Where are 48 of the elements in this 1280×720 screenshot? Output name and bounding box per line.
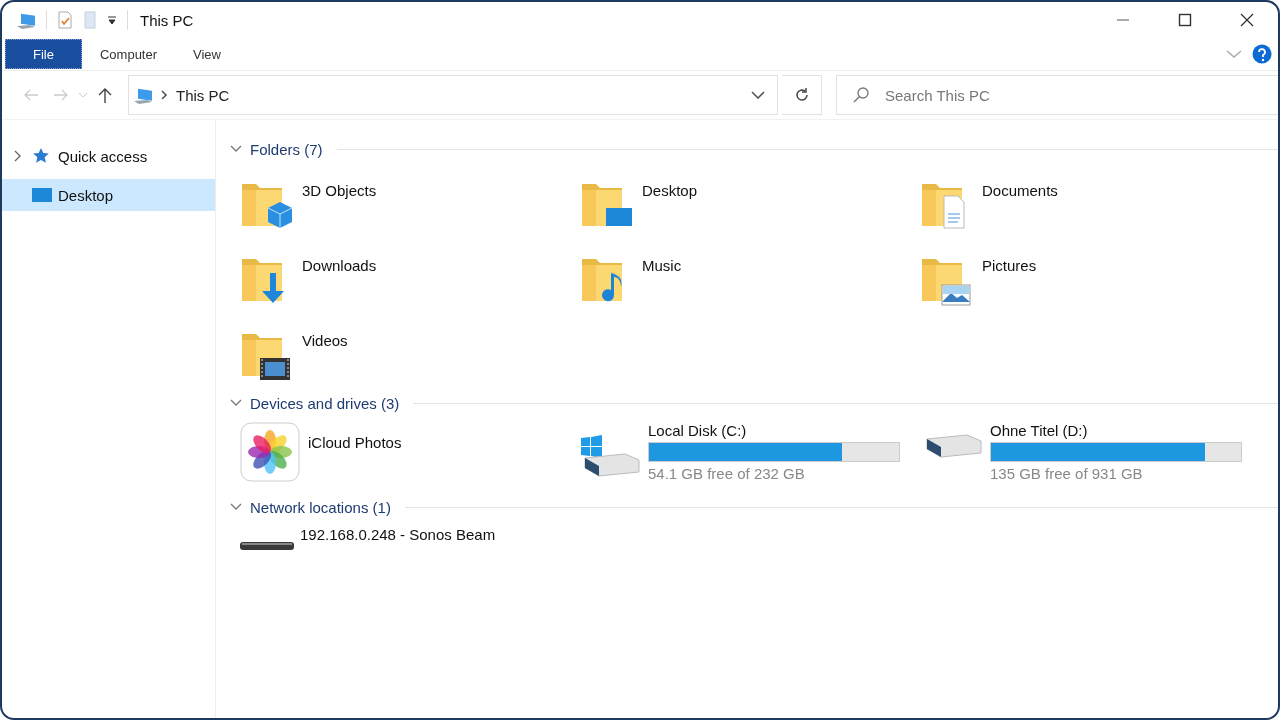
search-icon <box>853 87 869 103</box>
forward-icon[interactable] <box>53 87 69 103</box>
chevron-icon <box>1226 49 1242 59</box>
section-header[interactable]: Devices and drives (3) <box>250 394 400 412</box>
folder-item[interactable]: Documents <box>920 174 1260 232</box>
drive-item[interactable]: Local Disk (C:) 54.1 GB free of 232 GB <box>580 422 920 486</box>
refresh-button[interactable] <box>782 75 822 115</box>
refresh-icon <box>793 87 810 103</box>
back-icon[interactable] <box>23 87 39 103</box>
sidebar-item[interactable]: Quick access <box>2 140 215 172</box>
up-arrow-icon[interactable] <box>97 87 113 103</box>
section-header[interactable]: Network locations (1) <box>250 498 391 516</box>
sidebar-item[interactable]: Desktop <box>2 179 215 211</box>
window-title: This PC <box>140 11 194 29</box>
section-header[interactable]: Folders (7) <box>250 140 323 158</box>
dropdown-icon <box>107 14 117 26</box>
computer-icon <box>133 86 153 104</box>
hard-drive-icon <box>926 434 982 458</box>
drive-item[interactable]: iCloud Photos <box>240 422 580 486</box>
ribbon-tab[interactable]: File <box>5 39 82 69</box>
ribbon-tab[interactable]: Computer <box>81 39 176 69</box>
folder-item[interactable]: Videos <box>240 324 580 382</box>
close-icon <box>1240 13 1254 27</box>
properties-icon <box>57 11 73 29</box>
help-icon[interactable] <box>1252 44 1272 64</box>
computer-icon <box>16 11 36 29</box>
dropdown-icon[interactable] <box>78 92 88 98</box>
folder-item[interactable]: Pictures <box>920 249 1260 307</box>
ribbon-tab[interactable]: View <box>175 39 239 69</box>
photos-app-icon <box>240 422 300 482</box>
search-bar[interactable]: Search This PC <box>836 75 1278 115</box>
chevron-icon <box>230 399 242 407</box>
network-item[interactable]: 192.168.0.248 - Sonos Beam <box>240 526 580 584</box>
speaker-icon <box>240 542 294 550</box>
search-field[interactable]: Search This PC <box>883 85 1278 105</box>
maximize-icon <box>1178 13 1192 27</box>
folder-item[interactable]: 3D Objects <box>240 174 580 232</box>
folder-item[interactable]: Music <box>580 249 920 307</box>
drive-item[interactable]: Ohne Titel (D:) 135 GB free of 931 GB <box>920 422 1260 486</box>
folder-item[interactable]: Downloads <box>240 249 580 307</box>
system-drive-icon <box>580 434 640 478</box>
chevron-icon <box>230 503 242 511</box>
chevron-icon <box>161 90 168 100</box>
dropdown-icon <box>751 91 765 99</box>
desktop-icon <box>32 186 52 204</box>
folder-item[interactable]: Desktop <box>580 174 920 232</box>
address-bar[interactable]: This PC <box>128 75 778 115</box>
chevron-icon <box>230 145 242 153</box>
